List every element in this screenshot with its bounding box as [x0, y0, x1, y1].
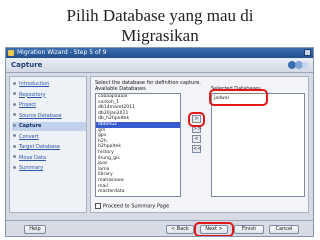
step-title: Capture	[11, 61, 43, 69]
sidebar-item-capture[interactable]: Capture	[12, 122, 86, 131]
checkbox-box[interactable]	[95, 203, 101, 209]
move-all-left-button[interactable]: <<	[192, 145, 201, 153]
slide-title-line-1: Pilih Database yang mau di	[66, 6, 254, 25]
wizard-button-bar: Help < Back Next > Finish Cancel	[6, 220, 313, 236]
wizard-steps-sidebar: Introduction Repository Project Source Data…	[9, 76, 87, 213]
selected-list-highlight	[209, 89, 268, 106]
step-bullet-icon	[13, 165, 16, 169]
step-bullet-icon	[13, 102, 16, 106]
sidebar-item-label: Project	[19, 102, 37, 108]
selected-databases-list[interactable]: jadwal	[211, 93, 305, 197]
sidebar-item-project[interactable]: Project	[12, 101, 86, 110]
sidebar-item-summary[interactable]: Summary	[12, 164, 86, 173]
step-header: Capture	[6, 58, 313, 73]
available-databases-list[interactable]: cobaapaaaal contoh_1 db14maret2011 db20jan2…	[95, 93, 181, 197]
move-right-highlight	[188, 112, 205, 127]
wizard-logo-icon	[288, 61, 308, 69]
sidebar-item-label: Source Database	[19, 112, 62, 119]
finish-button[interactable]: Finish	[234, 225, 264, 234]
sidebar-item-label: Convert	[19, 133, 39, 140]
sidebar-item-label: Move Data	[19, 154, 46, 161]
sidebar-item-repository[interactable]: Repository	[12, 91, 86, 100]
app-icon	[8, 50, 14, 56]
back-button[interactable]: < Back	[166, 225, 194, 234]
slide-title: Pilih Database yang mau di Migrasikan	[0, 6, 320, 46]
available-databases-label: Available Databases	[95, 86, 146, 92]
proceed-label: Proceed to Summary Page	[103, 203, 170, 210]
window-title: Migration Wizard - Step 5 of 9	[17, 49, 107, 56]
sidebar-item-label: Capture	[19, 123, 42, 129]
sidebar-item-source-database[interactable]: Source Database	[12, 112, 86, 121]
step-bullet-icon	[13, 92, 16, 95]
window-titlebar: Migration Wizard - Step 5 of 9	[6, 48, 313, 58]
step-bullet-icon	[13, 134, 16, 137]
list-item[interactable]: masterdata	[96, 189, 180, 195]
help-button[interactable]: Help	[24, 225, 46, 234]
sidebar-item-convert[interactable]: Convert	[12, 133, 86, 142]
slide-title-line-2: Migrasikan	[121, 26, 199, 45]
sidebar-item-label: Target Database	[19, 144, 60, 150]
step-bullet-icon	[13, 113, 16, 116]
move-left-button[interactable]: <	[192, 135, 201, 143]
proceed-to-summary-checkbox[interactable]: Proceed to Summary Page	[95, 203, 169, 210]
capture-panel: Select the database for definition captu…	[90, 76, 309, 213]
step-bullet-icon	[13, 144, 16, 148]
next-button-highlight	[194, 222, 234, 236]
sidebar-item-move-data[interactable]: Move Data	[12, 154, 86, 163]
step-bullet-icon	[13, 81, 16, 85]
sidebar-item-label: Introduction	[19, 81, 50, 87]
sidebar-item-target-database[interactable]: Target Database	[12, 143, 86, 152]
cancel-button[interactable]: Cancel	[269, 225, 299, 234]
sidebar-item-introduction[interactable]: Introduction	[12, 80, 86, 89]
step-bullet-icon	[13, 155, 16, 158]
close-icon[interactable]	[304, 49, 311, 56]
sidebar-item-label: Repository	[19, 91, 46, 98]
step-bullet-icon	[13, 123, 16, 127]
migration-wizard-window: Migration Wizard - Step 5 of 9 Capture I…	[5, 47, 314, 237]
sidebar-item-label: Summary	[19, 165, 44, 171]
